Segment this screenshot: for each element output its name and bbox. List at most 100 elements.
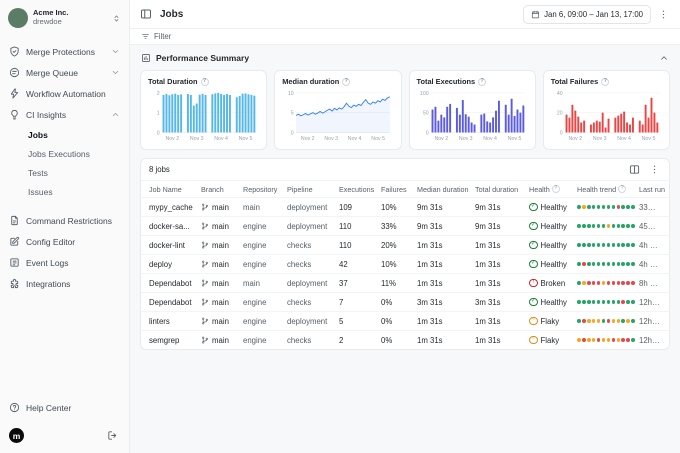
svg-text:10: 10 (288, 91, 294, 97)
sidebar-item-merge-protections[interactable]: Merge Protections (0, 41, 129, 62)
trend-dot (606, 338, 611, 342)
filter-bar[interactable]: Filter (130, 29, 680, 45)
panel-left-icon[interactable] (140, 8, 152, 20)
header-kebab-menu-icon[interactable] (656, 7, 670, 21)
sidebar-item-command-restrictions[interactable]: Command Restrictions (0, 210, 129, 231)
trend-dot (631, 319, 635, 323)
trend-dot (586, 262, 591, 266)
table-kebab-menu-icon[interactable] (647, 163, 661, 177)
svg-text:Nov 3: Nov 3 (458, 136, 472, 142)
table-row-docker-sa[interactable]: docker-sa... main engine deployment 110 33% 9m… (141, 216, 669, 235)
logs-icon (9, 257, 20, 268)
info-icon[interactable]: ? (618, 185, 627, 193)
info-icon[interactable]: ? (601, 77, 610, 86)
trend-dot (621, 319, 626, 323)
cell-executions: 42 (339, 259, 348, 269)
table-row-linters[interactable]: linters main engine deployment 5 0% 1m 31s 1m 3… (141, 311, 669, 330)
cell-total-duration: 1m 31s (475, 278, 501, 288)
cell-total-duration: 1m 31s (475, 240, 501, 250)
main-panel: Jobs Jan 6, 09:00 – Jan 13, 17:00 Filter… (130, 0, 680, 453)
health-status-icon: ! (529, 278, 538, 288)
trend-dot (581, 262, 586, 266)
table-row-semgrep[interactable]: semgrep main engine checks 2 0% 1m 31s 1m 31s ~ F… (141, 330, 669, 349)
trend-dot (626, 205, 631, 209)
summary-cards: Total Duration? 0 1 2 Nov 2 Nov 3 Nov 4 Nov 5 Me… (140, 70, 670, 150)
sidebar-item-help-center[interactable]: Help Center (0, 397, 129, 418)
table-row-docker-lint[interactable]: docker-lint main engine checks 110 20% 1m 31s 1… (141, 235, 669, 254)
jobs-table-card: 8 jobs Job Name Branch Repository Pipeline E… (140, 158, 670, 350)
svg-text:40: 40 (557, 91, 563, 97)
trend-dot (626, 243, 631, 247)
sidebar-item-config-editor[interactable]: Config Editor (0, 231, 129, 252)
info-icon[interactable]: ? (342, 77, 351, 86)
sidebar-subitem-jobs[interactable]: Jobs (0, 125, 129, 144)
info-icon[interactable]: ? (200, 77, 209, 86)
trend-dot (596, 205, 601, 209)
mergify-logo[interactable]: m (9, 428, 24, 443)
sidebar-subitem-jobs-executions[interactable]: Jobs Executions (0, 144, 129, 163)
cell-pipeline: checks (287, 335, 312, 345)
info-icon[interactable]: ? (551, 185, 560, 193)
cell-job-name: Dependabot (149, 278, 192, 288)
cell-last-run: 12h ago (639, 316, 661, 326)
trend-dot (596, 281, 601, 285)
trend-dot (577, 205, 581, 209)
svg-text:Nov 5: Nov 5 (372, 136, 386, 142)
trend-dot (611, 262, 616, 266)
sidebar-subitem-issues[interactable]: Issues (0, 182, 129, 201)
trend-dot (631, 300, 635, 304)
trend-dot (581, 224, 586, 228)
sidebar-nav: Merge Protections Merge Queue Workflow Aut… (0, 41, 129, 294)
trend-dot (631, 338, 635, 342)
trend-dot (596, 338, 601, 342)
logout-icon[interactable] (107, 430, 118, 441)
chevron-down-icon (111, 68, 120, 77)
sidebar-subitem-tests[interactable]: Tests (0, 163, 129, 182)
column-header-total-duration: Total duration (475, 184, 519, 194)
sidebar-item-merge-queue[interactable]: Merge Queue (0, 62, 129, 83)
table-row-mypy-cache[interactable]: mypy_cache main main deployment 109 10% 9m 31s… (141, 197, 669, 216)
lightbulb-icon (9, 109, 20, 120)
sidebar-item-event-logs[interactable]: Event Logs (0, 252, 129, 273)
trend-dot (621, 243, 626, 247)
cell-failures: 0% (381, 297, 393, 307)
sidebar-footer: m (0, 418, 129, 445)
health-status-icon: ~ (529, 316, 538, 326)
trend-dot (606, 224, 611, 228)
sidebar-item-integrations[interactable]: Integrations (0, 273, 129, 294)
trend-dot (611, 319, 616, 323)
table-row-dependabot[interactable]: Dependabot main engine checks 7 0% 3m 31s 3m 31… (141, 292, 669, 311)
summary-card-median-duration: Median duration? 0 5 10 Nov 2 Nov 3 Nov 4 Nov 5 (274, 70, 402, 150)
collapse-chevron-up-icon[interactable] (659, 53, 669, 63)
cell-repository: main (243, 202, 260, 212)
trend-dot (606, 300, 611, 304)
cell-branch: main (201, 298, 239, 307)
svg-text:Nov 4: Nov 4 (617, 136, 631, 142)
sidebar-item-label: Merge Queue (26, 67, 78, 78)
cell-health-trend (577, 300, 635, 304)
cell-repository: engine (243, 297, 267, 307)
trend-dot (591, 262, 596, 266)
cell-health: ~ Flaky (529, 336, 573, 345)
sidebar-item-workflow-automation[interactable]: Workflow Automation (0, 83, 129, 104)
table-row-deploy[interactable]: deploy main engine checks 42 10% 1m 31s 1m 31s ✓… (141, 254, 669, 273)
trend-dot (601, 205, 606, 209)
health-status-label: Flaky (540, 335, 560, 345)
trend-dot (631, 262, 635, 266)
trend-dot (591, 281, 596, 285)
svg-text:0: 0 (157, 130, 160, 136)
column-header-median-duration: Median duration (417, 184, 469, 194)
org-switcher[interactable]: Acme Inc. drewdoe (0, 6, 129, 32)
health-status-icon: ✓ (529, 221, 538, 231)
chart-line: 0 5 10 Nov 2 Nov 3 Nov 4 Nov 5 (288, 91, 391, 142)
trend-dot (577, 262, 581, 266)
info-icon[interactable]: ? (478, 77, 487, 86)
sidebar-item-ci-insights[interactable]: CI Insights (0, 104, 129, 125)
date-range-button[interactable]: Jan 6, 09:00 – Jan 13, 17:00 (523, 4, 651, 24)
table-row-dependabot[interactable]: Dependabot main main deployment 37 11% 1m 31s 1… (141, 273, 669, 292)
file-lock-icon (9, 215, 20, 226)
filter-icon (141, 32, 150, 41)
columns-icon[interactable] (629, 164, 640, 175)
svg-text:2: 2 (157, 91, 160, 97)
cell-median-duration: 9m 31s (417, 202, 443, 212)
